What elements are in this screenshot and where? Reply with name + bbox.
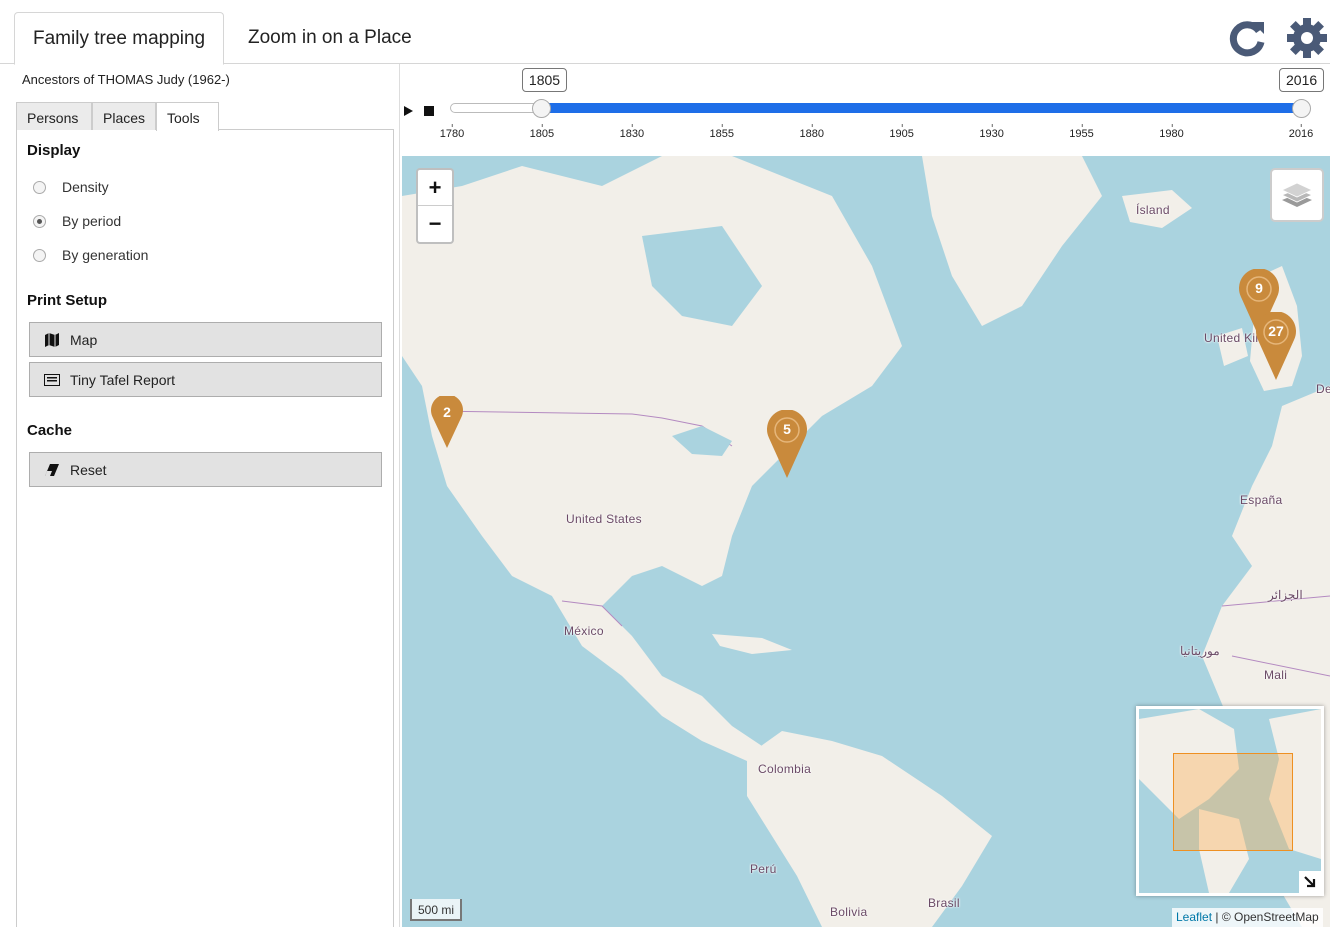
settings-button[interactable]	[1286, 17, 1328, 59]
timeline-tick-label: 1855	[709, 124, 735, 140]
minimap-viewport[interactable]	[1173, 753, 1293, 851]
label-mali: Mali	[1264, 668, 1288, 682]
button-label: Map	[70, 331, 98, 348]
panel-tabs: Persons Places Tools	[16, 102, 394, 131]
label-united-states: United States	[566, 512, 642, 526]
tab-family-tree-mapping[interactable]: Family tree mapping	[14, 12, 225, 65]
label-brazil: Brasil	[928, 896, 960, 910]
cache-heading: Cache	[27, 422, 73, 439]
collapse-arrow-icon	[1304, 876, 1316, 888]
slider-range-fill	[541, 103, 1301, 113]
label-mexico: México	[564, 624, 604, 638]
label-algeria: الجزائر	[1268, 588, 1303, 602]
radio-label: By generation	[62, 247, 149, 263]
timeline-tick-label: 1955	[1069, 124, 1094, 140]
minimap-toggle-button[interactable]	[1299, 871, 1321, 893]
radio-button[interactable]	[33, 248, 46, 262]
map[interactable]: Ísland United Kingdom De España United S…	[402, 156, 1330, 927]
label-germany: De	[1316, 382, 1330, 396]
zoom-out-button[interactable]: −	[418, 206, 452, 242]
layers-icon	[1280, 182, 1314, 207]
zoom-in-button[interactable]: +	[418, 170, 452, 206]
period-timeline: 1805 2016 1780 1805 1830 1855 1880 1905 1930 19…	[402, 64, 1330, 156]
timeline-tick-label: 2016	[1288, 124, 1314, 140]
stop-icon[interactable]	[424, 106, 434, 116]
timeline-tick-label: 1980	[1159, 124, 1184, 140]
refresh-icon	[1229, 21, 1265, 57]
map-print-button[interactable]: Map	[29, 322, 382, 357]
radio-density[interactable]: Density	[33, 177, 109, 197]
scale-bar: 500 mi	[410, 899, 463, 921]
tab-places[interactable]: Places	[92, 102, 156, 130]
layers-button[interactable]	[1270, 168, 1324, 222]
radio-label: By period	[62, 213, 122, 229]
timeline-tick-label: 1930	[979, 124, 1004, 140]
map-marker[interactable]: 2	[431, 394, 463, 448]
radio-label: Density	[62, 179, 109, 195]
leaflet-link[interactable]: Leaflet	[1176, 910, 1212, 924]
slider-from-value: 1805	[521, 68, 568, 92]
radio-by-generation[interactable]: By generation	[33, 245, 148, 265]
map-icon	[44, 332, 60, 348]
label-colombia: Colombia	[758, 762, 812, 776]
button-label: Tiny Tafel Report	[70, 371, 176, 388]
zoom-control: + −	[416, 168, 454, 244]
tab-persons[interactable]: Persons	[16, 102, 92, 130]
timeline-tick-label: 1830	[619, 124, 645, 140]
tab-zoom-in-on-a-place[interactable]: Zoom in on a Place	[230, 12, 430, 65]
label-bolivia: Bolivia	[830, 905, 868, 919]
radio-button[interactable]	[33, 180, 46, 194]
tab-tools[interactable]: Tools	[156, 102, 219, 131]
tiny-tafel-report-button[interactable]: Tiny Tafel Report	[29, 362, 382, 397]
radio-button[interactable]	[33, 214, 46, 228]
button-label: Reset	[70, 461, 107, 478]
reset-cache-button[interactable]: Reset	[29, 452, 382, 487]
panel-subtitle: Ancestors of THOMAS Judy (1962-)	[22, 72, 230, 87]
slider-to-value: 2016	[1279, 68, 1325, 92]
map-marker[interactable]: 27	[1256, 311, 1296, 380]
slider-handle-from[interactable]	[532, 99, 552, 118]
timeline-tick-label: 1780	[439, 124, 465, 140]
eraser-icon	[44, 462, 60, 478]
attribution-text: | © OpenStreetMap	[1212, 910, 1319, 924]
label-iceland: Ísland	[1136, 203, 1170, 217]
left-panel: Ancestors of THOMAS Judy (1962-) Persons…	[0, 64, 400, 927]
refresh-button[interactable]	[1228, 18, 1268, 58]
gear-icon	[1287, 18, 1327, 58]
top-tab-bar: Family tree mapping Zoom in on a Place	[0, 0, 1330, 65]
play-icon[interactable]	[404, 106, 413, 116]
map-marker[interactable]: 5	[767, 409, 807, 478]
slider-handle-to[interactable]	[1291, 99, 1311, 118]
display-heading: Display	[27, 142, 81, 159]
map-attribution: Leaflet | © OpenStreetMap	[1172, 908, 1323, 927]
timeline-tick-label: 1805	[529, 124, 555, 140]
minimap[interactable]	[1136, 706, 1324, 896]
print-setup-heading: Print Setup	[27, 292, 108, 309]
radio-by-period[interactable]: By period	[33, 211, 121, 231]
timeline-tick-label: 1905	[889, 124, 914, 140]
list-icon	[44, 372, 60, 388]
timeline-tick-label: 1880	[799, 124, 824, 140]
label-spain: España	[1240, 493, 1283, 507]
label-mauritania: موريتانيا	[1180, 644, 1220, 658]
tools-panel: Display Density By period By generation …	[16, 130, 394, 927]
label-peru: Perú	[750, 862, 777, 876]
